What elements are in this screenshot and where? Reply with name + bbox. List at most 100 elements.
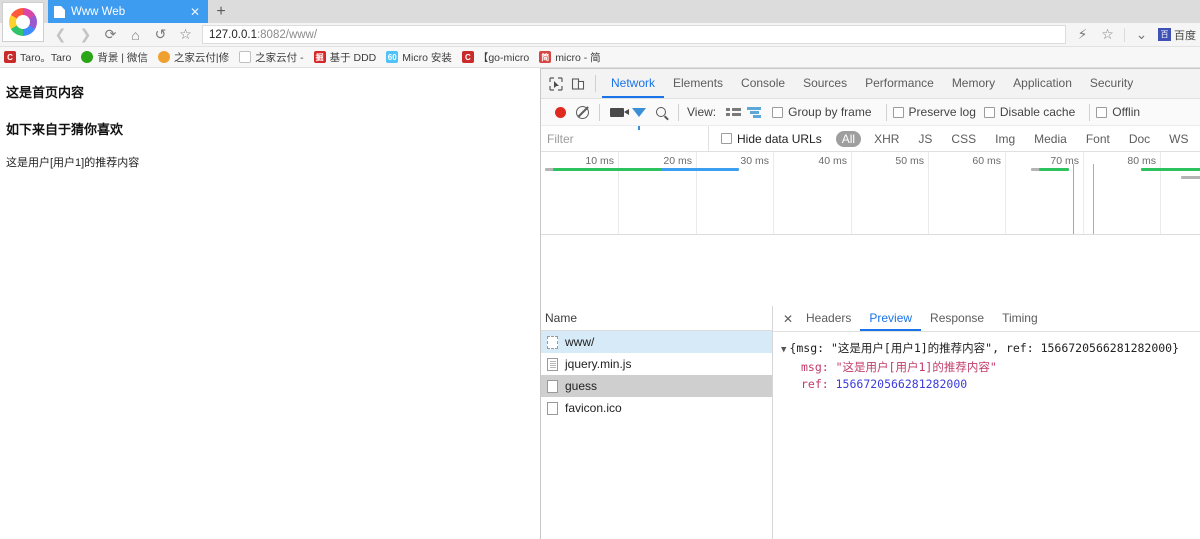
request-row[interactable]: www/ <box>541 331 772 353</box>
timeline-gridline <box>1160 152 1161 234</box>
type-filter-xhr[interactable]: XHR <box>868 131 905 147</box>
close-icon[interactable]: ✕ <box>779 312 797 326</box>
devtools-tab-console[interactable]: Console <box>732 69 794 98</box>
page-heading-secondary: 如下来自于猜你喜欢 <box>6 122 124 137</box>
star-icon[interactable]: ☆ <box>1095 24 1120 46</box>
devtools-tab-memory[interactable]: Memory <box>943 69 1004 98</box>
type-filter-css[interactable]: CSS <box>945 131 982 147</box>
address-bar[interactable]: 127.0.0.1 :8082/www/ <box>202 25 1066 44</box>
type-filter-all[interactable]: All <box>835 130 862 147</box>
bookmark-item[interactable]: C Taro。Taro <box>4 50 71 65</box>
home-icon[interactable]: ⌂ <box>123 24 148 46</box>
url-path: :8082/www/ <box>256 28 318 41</box>
waterfall-view-icon[interactable] <box>744 101 766 123</box>
bookmark-item[interactable]: 简 micro - 简 <box>539 50 601 65</box>
device-toolbar-icon[interactable] <box>567 73 589 95</box>
bookmark-item[interactable]: 背景 | 微信 <box>81 50 148 65</box>
bookmark-item[interactable]: 之家云付 - <box>239 50 304 65</box>
offline-checkbox[interactable]: Offlin <box>1096 105 1140 119</box>
inspect-element-icon[interactable] <box>545 73 567 95</box>
timeline-tick-label: 40 ms <box>818 155 847 167</box>
filter-funnel-icon[interactable] <box>628 101 650 130</box>
bookmark-item[interactable]: 之家云付|修 <box>157 50 230 65</box>
forward-arrow-icon[interactable]: ❯ <box>73 24 98 46</box>
json-summary-open: {msg: <box>789 341 831 355</box>
new-tab-button[interactable]: + <box>208 0 234 23</box>
orange-dot-icon <box>157 51 170 63</box>
checkbox-icon <box>772 106 784 118</box>
offline-label: Offlin <box>1112 105 1141 119</box>
bookmark-item[interactable]: C 【go-micro <box>461 50 529 65</box>
type-filter-js[interactable]: JS <box>912 131 938 147</box>
request-detail-panel: ✕ Headers Preview Response Timing ▼ {msg: "这… <box>773 306 1200 539</box>
omnibox-actions: ⚡ ☆ ⌄ 百 百度 <box>1070 24 1200 46</box>
csdn-icon: C <box>4 51 16 63</box>
json-ref-row: ref: 1566720566281282000 <box>781 376 1196 393</box>
expand-arrow-icon[interactable]: ▼ <box>781 345 786 355</box>
hide-data-urls-label: Hide data URLs <box>737 131 822 146</box>
record-button-icon[interactable] <box>549 101 571 123</box>
devtools-tab-bar: Network Elements Console Sources Performance… <box>541 69 1200 99</box>
json-summary-row[interactable]: ▼ {msg: "这是用户[用户1]的推荐内容", ref: 1566720566… <box>781 340 1196 359</box>
filter-input[interactable] <box>541 126 709 151</box>
request-row[interactable]: guess <box>541 375 772 397</box>
baidu-extension-button[interactable]: 百 百度 <box>1154 27 1200 43</box>
type-filter-ws[interactable]: WS <box>1163 131 1194 147</box>
jianshu-icon: 简 <box>539 51 552 63</box>
devtools-tab-network[interactable]: Network <box>602 69 665 98</box>
chevron-down-icon[interactable]: ⌄ <box>1129 24 1154 46</box>
timeline-request-bar <box>1141 168 1200 171</box>
type-filter-doc[interactable]: Doc <box>1123 131 1156 147</box>
timeline-event-line <box>1093 164 1094 234</box>
detail-tab-timing[interactable]: Timing <box>993 306 1047 331</box>
timeline-request-bar <box>661 168 739 171</box>
request-name: www/ <box>565 335 595 349</box>
timeline-gridline <box>696 152 697 234</box>
request-name: jquery.min.js <box>565 357 632 371</box>
page-favicon-icon <box>54 5 65 18</box>
close-icon[interactable]: ✕ <box>188 5 202 19</box>
clear-icon[interactable] <box>571 101 593 123</box>
type-filter-img[interactable]: Img <box>989 131 1021 147</box>
tab-strip: Www Web ✕ + <box>0 0 1200 42</box>
timeline-tick-label: 60 ms <box>972 155 1001 167</box>
devtools-tab-sources[interactable]: Sources <box>794 69 856 98</box>
network-timeline[interactable]: 10 ms 20 ms 30 ms 40 ms 50 ms 60 ms 70 ms 80 ms <box>541 152 1200 235</box>
detail-tab-headers[interactable]: Headers <box>797 306 860 331</box>
csdn-icon: C <box>461 51 474 63</box>
checkbox-icon <box>721 133 732 144</box>
request-name-header[interactable]: Name <box>541 306 772 331</box>
search-icon[interactable] <box>650 101 672 123</box>
lightning-icon[interactable]: ⚡ <box>1070 24 1095 46</box>
type-filter-media[interactable]: Media <box>1028 131 1073 147</box>
camera-icon[interactable] <box>606 101 629 123</box>
detail-tab-response[interactable]: Response <box>921 306 993 331</box>
disable-cache-checkbox[interactable]: Disable cache <box>983 105 1075 119</box>
devtools-tab-performance[interactable]: Performance <box>856 69 943 98</box>
preserve-log-checkbox[interactable]: Preserve log <box>892 105 976 119</box>
bookmark-label: Micro 安装 <box>402 51 452 64</box>
list-view-icon[interactable] <box>722 101 744 123</box>
timeline-tick-label: 80 ms <box>1127 155 1156 167</box>
request-row[interactable]: jquery.min.js <box>541 353 772 375</box>
group-by-frame-checkbox[interactable]: Group by frame <box>772 105 872 119</box>
history-back-icon[interactable]: ↺ <box>148 24 173 46</box>
browser-tab-www-web[interactable]: Www Web ✕ <box>48 0 208 23</box>
bookmark-item[interactable]: 60 Micro 安装 <box>386 50 452 65</box>
page-recommendation-text: 这是用户[用户1]的推荐内容 <box>6 157 140 169</box>
request-row[interactable]: favicon.ico <box>541 397 772 419</box>
bookmark-label: 之家云付|修 <box>173 51 230 64</box>
back-arrow-icon[interactable]: ❮ <box>48 24 73 46</box>
hide-data-urls-checkbox[interactable]: Hide data URLs <box>721 132 822 146</box>
star-icon[interactable]: ☆ <box>173 24 198 46</box>
devtools-tab-application[interactable]: Application <box>1004 69 1081 98</box>
json-msg-value: "这是用户[用户1]的推荐内容" <box>835 360 997 374</box>
detail-tab-preview[interactable]: Preview <box>860 306 922 331</box>
type-filter-font[interactable]: Font <box>1080 131 1116 147</box>
reload-icon[interactable]: ⟳ <box>98 24 123 46</box>
devtools-tab-security[interactable]: Security <box>1081 69 1142 98</box>
bookmark-item[interactable]: 掘基于 DDD <box>313 50 376 65</box>
devtools-tab-elements[interactable]: Elements <box>664 69 732 98</box>
checkbox-icon <box>983 106 995 118</box>
timeline-gridline <box>1083 152 1084 234</box>
